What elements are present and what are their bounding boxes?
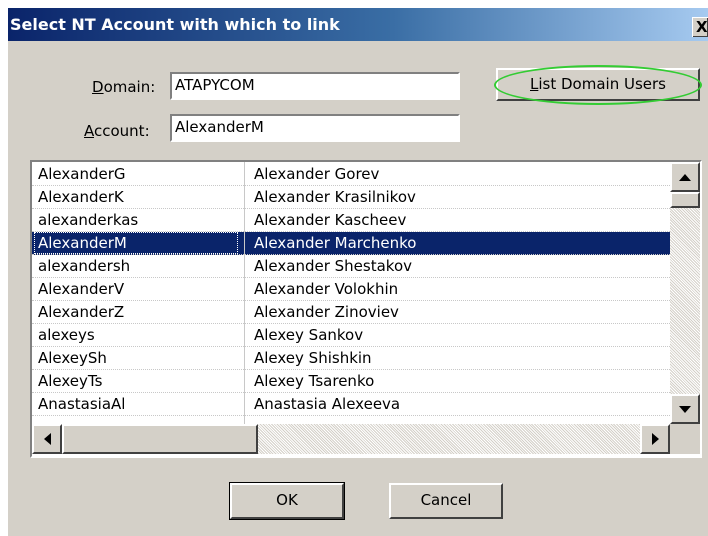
column-divider bbox=[244, 162, 245, 424]
close-button[interactable]: X bbox=[692, 17, 708, 37]
scroll-down-button[interactable] bbox=[670, 394, 700, 424]
arrow-down-icon bbox=[679, 405, 691, 413]
title-bar[interactable]: Select NT Account with which to link X bbox=[8, 8, 708, 41]
list-row[interactable]: AlexanderK Alexander Krasilnikov bbox=[32, 186, 670, 209]
full-name-cell: Alexander Gorev bbox=[254, 165, 380, 183]
dialog-title: Select NT Account with which to link bbox=[10, 15, 340, 34]
horizontal-scroll-thumb[interactable] bbox=[62, 424, 258, 454]
account-cell: AlexanderZ bbox=[38, 303, 125, 321]
list-row[interactable]: AlexeySh Alexey Shishkin bbox=[32, 347, 670, 370]
account-label: Account: bbox=[84, 122, 150, 140]
vertical-scrollbar[interactable] bbox=[670, 162, 700, 424]
full-name-cell: Alexander Kascheev bbox=[254, 211, 407, 229]
list-row[interactable]: alexanderkas Alexander Kascheev bbox=[32, 209, 670, 232]
scrollbar-corner bbox=[670, 424, 700, 454]
user-list[interactable]: AlexanderG Alexander Gorev AlexanderK Alexa… bbox=[30, 160, 702, 458]
full-name-cell: Alexander Zinoviev bbox=[254, 303, 399, 321]
full-name-cell: Alexander Volokhin bbox=[254, 280, 399, 298]
full-name-cell: Alexander Shestakov bbox=[254, 257, 413, 275]
ok-button[interactable]: OK bbox=[229, 482, 345, 520]
full-name-cell: Anastasia Alexeeva bbox=[254, 395, 401, 413]
list-row[interactable]: AlexanderM Alexander Marchenko bbox=[32, 232, 670, 255]
full-name-cell: Alexander Marchenko bbox=[254, 234, 417, 252]
account-cell: AlexanderM bbox=[34, 232, 238, 254]
list-domain-users-label: List Domain Users bbox=[530, 75, 666, 93]
list-row[interactable]: alexeys Alexey Sankov bbox=[32, 324, 670, 347]
account-cell: AlexanderV bbox=[38, 280, 125, 298]
list-row[interactable]: alexandersh Alexander Shestakov bbox=[32, 255, 670, 278]
account-cell: AlexanderG bbox=[38, 165, 126, 183]
vertical-scroll-thumb[interactable] bbox=[670, 192, 700, 208]
user-list-rows: AlexanderG Alexander Gorev AlexanderK Alexa… bbox=[32, 163, 670, 416]
link-account-dialog: Select NT Account with which to link X D… bbox=[8, 8, 708, 536]
account-cell: alexandersh bbox=[38, 257, 131, 275]
cancel-label: Cancel bbox=[420, 491, 472, 509]
account-cell: AlexanderK bbox=[38, 188, 124, 206]
scroll-right-button[interactable] bbox=[640, 424, 670, 454]
full-name-cell: Alexey Tsarenko bbox=[254, 372, 375, 390]
list-row[interactable]: AlexanderV Alexander Volokhin bbox=[32, 278, 670, 301]
arrow-left-icon bbox=[43, 433, 51, 445]
list-row[interactable]: AlexeyTs Alexey Tsarenko bbox=[32, 370, 670, 393]
account-input[interactable]: AlexanderM bbox=[170, 114, 460, 142]
full-name-cell: Alexander Krasilnikov bbox=[254, 188, 416, 206]
list-row[interactable]: AlexanderG Alexander Gorev bbox=[32, 163, 670, 186]
arrow-up-icon bbox=[679, 173, 691, 181]
account-cell: alexanderkas bbox=[38, 211, 139, 229]
ok-label: OK bbox=[276, 491, 298, 509]
list-domain-users-button[interactable]: List Domain Users bbox=[496, 68, 700, 101]
domain-label: Domain: bbox=[92, 78, 156, 96]
scroll-up-button[interactable] bbox=[670, 162, 700, 192]
cancel-button[interactable]: Cancel bbox=[389, 483, 503, 519]
scroll-left-button[interactable] bbox=[32, 424, 62, 454]
account-cell: AlexeySh bbox=[38, 349, 107, 367]
account-cell: AnastasiaAl bbox=[38, 395, 126, 413]
account-cell: alexeys bbox=[38, 326, 95, 344]
list-row[interactable]: AnastasiaAl Anastasia Alexeeva bbox=[32, 393, 670, 416]
arrow-right-icon bbox=[651, 433, 659, 445]
full-name-cell: Alexey Sankov bbox=[254, 326, 364, 344]
close-icon: X bbox=[696, 18, 708, 36]
domain-input[interactable]: ATAPYCOM bbox=[170, 72, 460, 100]
account-cell: AlexeyTs bbox=[38, 372, 103, 390]
horizontal-scrollbar[interactable] bbox=[32, 424, 670, 454]
list-row[interactable]: AlexanderZ Alexander Zinoviev bbox=[32, 301, 670, 324]
full-name-cell: Alexey Shishkin bbox=[254, 349, 372, 367]
